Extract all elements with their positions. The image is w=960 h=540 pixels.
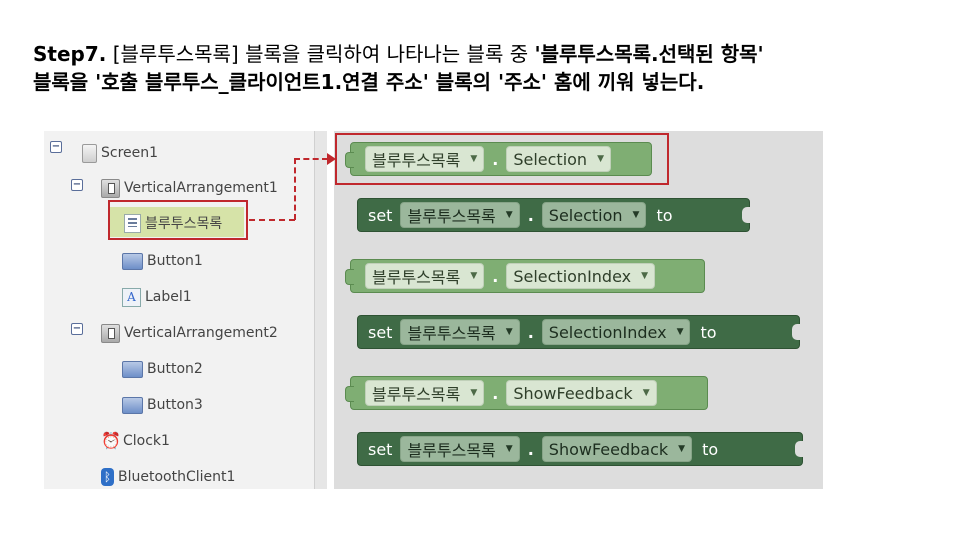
button-icon	[122, 252, 143, 270]
component-dropdown[interactable]: 블루투스목록 ▼	[365, 380, 485, 406]
connector-line	[294, 158, 328, 160]
bluetooth-icon: ᛒ	[101, 468, 114, 486]
dropdown-arrow-icon: ▼	[470, 271, 478, 281]
highlight-box-selection-block	[335, 133, 669, 185]
highlight-box-tree-item	[108, 200, 248, 240]
tree-item-label: Screen1	[101, 145, 159, 161]
dot-separator: .	[527, 322, 534, 342]
dropdown-arrow-icon: ▼	[632, 210, 640, 220]
dropdown-arrow-icon: ▼	[470, 388, 478, 398]
vertical-arrangement-icon	[101, 178, 120, 198]
collapse-toggle-icon[interactable]: −	[71, 323, 83, 335]
dropdown-arrow-icon: ▼	[505, 327, 513, 337]
property-dropdown[interactable]: SelectionIndex ▼	[541, 319, 691, 345]
tree-item-label: VerticalArrangement1	[124, 180, 278, 196]
arrow-right-icon	[327, 153, 336, 165]
getter-block-selectionindex[interactable]: 블루투스목록 ▼ . SelectionIndex ▼	[345, 259, 705, 293]
tree-item-verticalarrangement1[interactable]: VerticalArrangement1	[101, 176, 278, 200]
dropdown-arrow-icon: ▼	[641, 271, 649, 281]
collapse-toggle-icon[interactable]: −	[71, 179, 83, 191]
dot-separator: .	[492, 266, 499, 286]
tree-item-label: Button3	[147, 397, 203, 413]
property-dropdown[interactable]: SelectionIndex ▼	[506, 263, 656, 289]
button-icon	[122, 396, 143, 414]
dropdown-arrow-icon: ▼	[505, 444, 513, 454]
tree-item-button2[interactable]: Button2	[122, 357, 203, 381]
tree-item-bluetoothclient1[interactable]: ᛒ BluetoothClient1	[101, 465, 235, 489]
tree-item-label: Label1	[145, 289, 192, 305]
tree-item-button3[interactable]: Button3	[122, 393, 203, 417]
property-dropdown[interactable]: ShowFeedback ▼	[506, 380, 657, 406]
setter-block-selection[interactable]: set 블루투스목록 ▼ . Selection ▼ to	[357, 198, 750, 232]
getter-block-showfeedback[interactable]: 블루투스목록 ▼ . ShowFeedback ▼	[345, 376, 708, 410]
dropdown-arrow-icon: ▼	[678, 444, 686, 454]
clock-icon: ⏰	[101, 431, 121, 450]
tree-item-label: VerticalArrangement2	[124, 325, 278, 341]
label-icon: A	[122, 287, 141, 307]
component-dropdown[interactable]: 블루투스목록 ▼	[365, 263, 485, 289]
setter-block-selectionindex[interactable]: set 블루투스목록 ▼ . SelectionIndex ▼ to	[357, 315, 800, 349]
collapse-toggle-icon[interactable]: −	[50, 141, 62, 153]
dot-separator: .	[527, 205, 534, 225]
component-dropdown[interactable]: 블루투스목록 ▼	[400, 436, 520, 462]
instruction-line-1: Step7. [블루투스목록] 블록을 클릭하여 나타나는 블록 중 '블루투스…	[33, 40, 933, 68]
setter-block-showfeedback[interactable]: set 블루투스목록 ▼ . ShowFeedback ▼ to	[357, 432, 803, 466]
tree-item-button1[interactable]: Button1	[122, 249, 203, 273]
button-icon	[122, 360, 143, 378]
connector-line	[294, 158, 296, 220]
step-label: Step7.	[33, 42, 107, 66]
tree-item-clock1[interactable]: ⏰ Clock1	[101, 429, 170, 453]
set-keyword: set	[368, 205, 393, 225]
screen-icon	[82, 143, 97, 163]
property-dropdown[interactable]: ShowFeedback ▼	[541, 436, 693, 462]
to-keyword: to	[656, 205, 673, 225]
dropdown-arrow-icon: ▼	[505, 210, 513, 220]
to-keyword: to	[700, 322, 717, 342]
set-keyword: set	[368, 439, 393, 459]
component-dropdown[interactable]: 블루투스목록 ▼	[400, 202, 520, 228]
tree-item-label: BluetoothClient1	[118, 469, 236, 485]
tree-item-screen1[interactable]: Screen1	[82, 141, 158, 165]
instruction-line-2: 블록을 '호출 블루투스_클라이언트1.연결 주소' 블록의 '주소' 홈에 끼…	[33, 70, 705, 94]
set-keyword: set	[368, 322, 393, 342]
tree-scrollbar[interactable]	[314, 131, 327, 489]
dropdown-arrow-icon: ▼	[676, 327, 684, 337]
to-keyword: to	[702, 439, 719, 459]
instruction-text: Step7. [블루투스목록] 블록을 클릭하여 나타나는 블록 중 '블루투스…	[33, 40, 933, 96]
connector-line	[249, 219, 295, 221]
tree-item-verticalarrangement2[interactable]: VerticalArrangement2	[101, 321, 278, 345]
dot-separator: .	[527, 439, 534, 459]
property-dropdown[interactable]: Selection ▼	[541, 202, 647, 228]
tree-item-label: Button2	[147, 361, 203, 377]
dot-separator: .	[492, 383, 499, 403]
tree-item-label: Clock1	[123, 433, 170, 449]
tree-item-label: Button1	[147, 253, 203, 269]
tree-item-label1[interactable]: A Label1	[122, 285, 192, 309]
instruction-highlight: '블루투스목록.선택된 항목'	[534, 42, 764, 66]
component-dropdown[interactable]: 블루투스목록 ▼	[400, 319, 520, 345]
vertical-arrangement-icon	[101, 323, 120, 343]
dropdown-arrow-icon: ▼	[642, 388, 650, 398]
instruction-line-1-text: [블루투스목록] 블록을 클릭하여 나타나는 블록 중	[106, 42, 535, 66]
